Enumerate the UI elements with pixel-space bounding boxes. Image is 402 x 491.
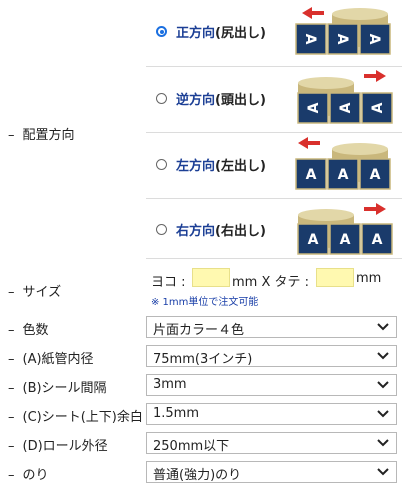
size-note: ※ 1mm単位で注文可能	[151, 297, 259, 308]
yoko-label: ヨコ :	[151, 275, 186, 290]
roll-left-side-exit-icon: A A A	[295, 137, 391, 190]
orientation-left-label: 左方向	[176, 159, 216, 174]
margin-label: – (C)シート(上下)余白	[8, 410, 143, 425]
svg-text:A: A	[370, 167, 381, 183]
chevron-down-icon	[377, 381, 389, 389]
svg-text:A: A	[306, 102, 322, 113]
gap-label: – (B)シール間隔	[8, 381, 107, 396]
svg-text:A: A	[306, 167, 317, 183]
outer-label: – (D)ロール外径	[8, 439, 108, 454]
yoko-input[interactable]	[192, 268, 230, 287]
orientation-reverse-radio[interactable]	[156, 93, 167, 104]
orientation-right-label: 右方向	[176, 224, 216, 239]
chevron-down-icon	[377, 352, 389, 360]
core-select[interactable]: 75mm(3インチ)	[146, 345, 397, 367]
svg-text:A: A	[338, 102, 354, 113]
glue-label: – のり	[8, 468, 49, 483]
orientation-normal-label: 正方向	[176, 26, 216, 41]
orientation-right-radio[interactable]	[156, 224, 167, 235]
orientation-left-radio[interactable]	[156, 159, 167, 170]
orientation-label: – 配置方向	[8, 128, 75, 143]
orientation-option-reverse[interactable]: 逆方向(頭出し) A A A	[146, 66, 402, 133]
svg-text:A: A	[340, 232, 351, 248]
svg-text:A: A	[366, 34, 382, 45]
size-label: – サイズ	[8, 285, 62, 300]
svg-text:A: A	[370, 102, 386, 113]
orientation-option-right[interactable]: 右方向(右出し) A A A	[146, 198, 402, 259]
chevron-down-icon	[377, 468, 389, 476]
margin-select[interactable]: 1.5mm	[146, 403, 397, 425]
orientation-option-left[interactable]: 左方向(左出し) A A A	[146, 132, 402, 199]
svg-text:A: A	[334, 34, 350, 45]
bullet-dash: –	[8, 128, 15, 143]
orientation-reverse-label: 逆方向	[176, 93, 216, 108]
roll-right-side-exit-icon: A A A	[297, 203, 393, 255]
chevron-down-icon	[377, 410, 389, 418]
chevron-down-icon	[377, 439, 389, 447]
roll-left-exit-icon: A A A	[295, 7, 391, 55]
glue-select[interactable]: 普通(強力)のり	[146, 461, 397, 483]
svg-text:A: A	[372, 232, 383, 248]
tate-label: mm X タテ :	[232, 275, 310, 290]
core-label: – (A)紙管内径	[8, 352, 94, 367]
color-label: – 色数	[8, 323, 49, 338]
roll-head-exit-icon: A A A	[297, 70, 393, 124]
outer-select[interactable]: 250mm以下	[146, 432, 397, 454]
size-unit: mm	[356, 271, 382, 286]
gap-select[interactable]: 3mm	[146, 374, 397, 396]
svg-text:A: A	[338, 167, 349, 183]
orientation-normal-radio[interactable]	[156, 26, 167, 37]
bullet-dash: –	[8, 285, 15, 300]
tate-input[interactable]	[316, 268, 354, 287]
svg-text:A: A	[302, 34, 318, 45]
orientation-option-normal[interactable]: 正方向(尻出し) A A A	[146, 0, 402, 67]
chevron-down-icon	[377, 323, 389, 331]
color-select[interactable]: 片面カラー４色	[146, 316, 397, 338]
svg-text:A: A	[308, 232, 319, 248]
